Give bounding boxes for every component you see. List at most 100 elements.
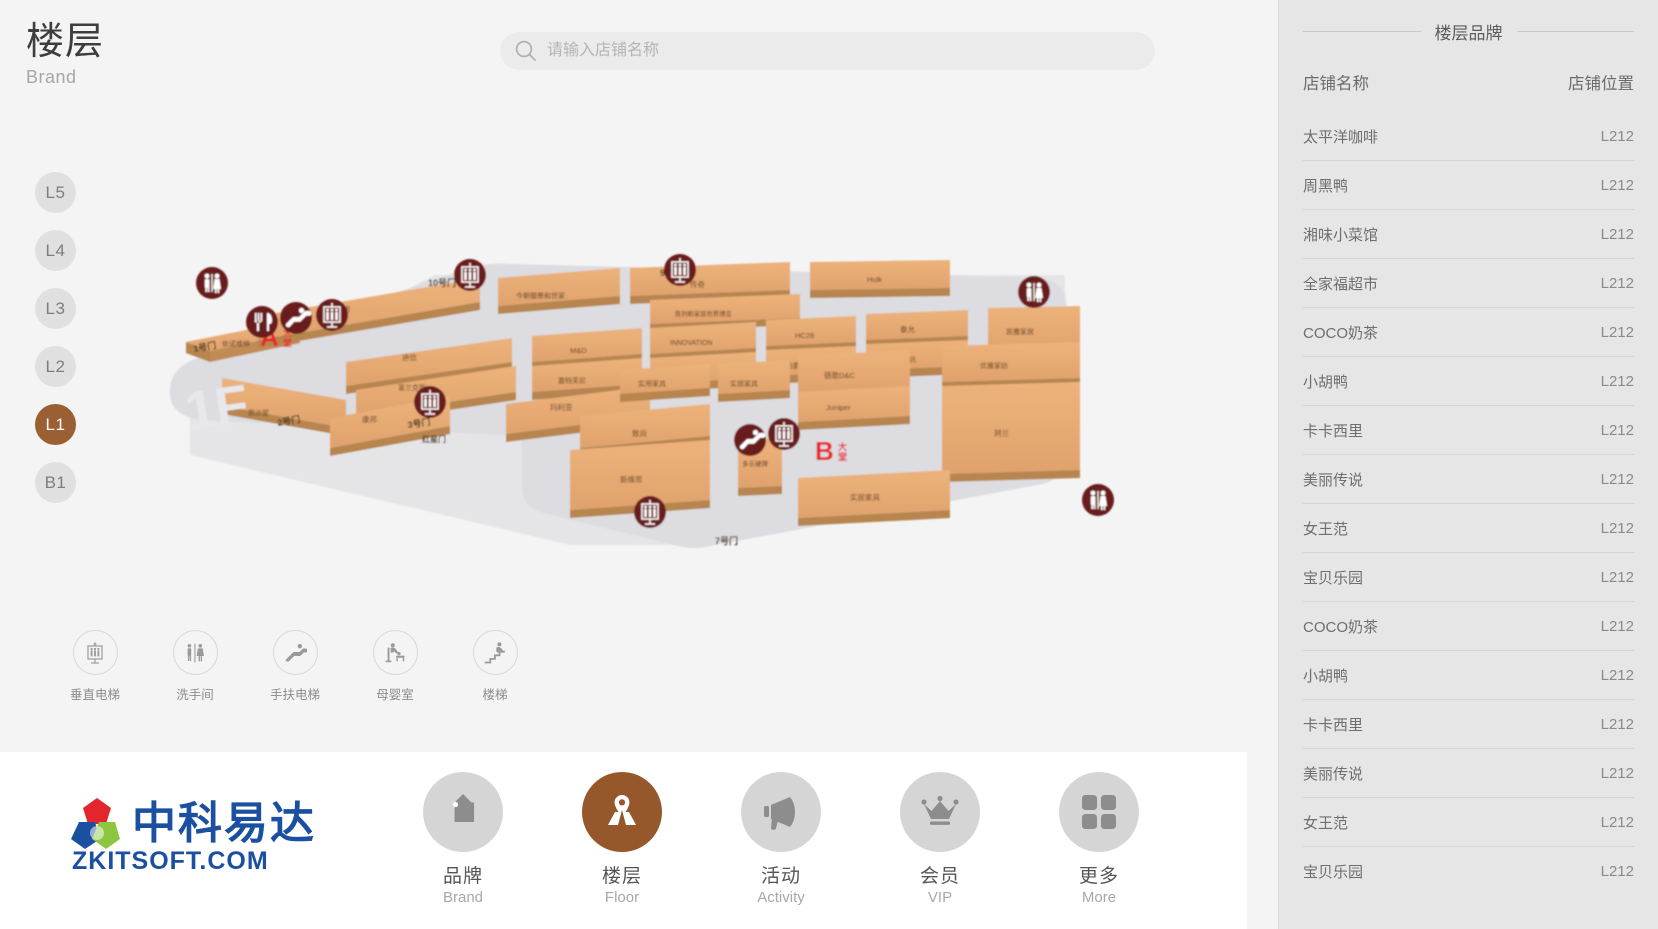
table-row[interactable]: 太平洋咖啡 L212	[1303, 112, 1634, 160]
store-name: 美丽传说	[1303, 765, 1364, 783]
store-location: L212	[1600, 764, 1634, 782]
table-row[interactable]: 女王范 L212	[1303, 797, 1634, 846]
store-location: L212	[1600, 274, 1634, 292]
svg-text:凯撒家居: 凯撒家居	[1006, 327, 1034, 336]
store-name: 美丽传说	[1303, 471, 1364, 489]
search-box[interactable]	[500, 32, 1155, 70]
nav-item-vip[interactable]: 会员 VIP	[897, 772, 983, 906]
stairs-icon	[472, 630, 518, 675]
legend-label-stairs: 楼梯	[482, 688, 508, 702]
svg-text:Hulk: Hulk	[867, 275, 882, 284]
svg-text:实用家具: 实用家具	[638, 379, 666, 388]
nav-label-cn-brand: 品牌	[442, 866, 483, 887]
table-row[interactable]: 全家福超市 L212	[1303, 258, 1634, 307]
store-name: COCO奶茶	[1303, 324, 1379, 342]
legend-label-baby-care: 母婴室	[376, 688, 414, 702]
table-row[interactable]: 宝贝乐园 L212	[1303, 846, 1634, 895]
legend-item-baby-care[interactable]: 母婴室	[372, 630, 418, 703]
legend-item-escalator[interactable]: 手扶电梯	[270, 630, 320, 703]
floor-button-l4[interactable]: L4	[35, 230, 76, 271]
table-column-headers: 店铺名称 店铺位置	[1303, 62, 1634, 112]
svg-text:玛利亚: 玛利亚	[550, 402, 573, 412]
table-row[interactable]: 美丽传说 L212	[1303, 454, 1634, 503]
header-rule-left	[1303, 30, 1421, 32]
map-pin-icon	[582, 772, 662, 852]
table-row[interactable]: 女王范 L212	[1303, 503, 1634, 552]
nav-label-cn-floor: 楼层	[601, 866, 642, 887]
store-location: L212	[1600, 813, 1634, 831]
table-row[interactable]: 小胡鸭 L212	[1303, 356, 1634, 405]
table-row[interactable]: 湘味小菜馆 L212	[1303, 209, 1634, 258]
company-logo: 中科易达 ZKITSOFT.COM	[57, 792, 387, 877]
svg-text:致尚: 致尚	[632, 428, 647, 438]
nav-label-en-more: More	[1081, 889, 1117, 906]
bottom-bar: 中科易达 ZKITSOFT.COM 品牌 Brand 楼层 Floor 活动 A…	[0, 752, 1247, 929]
svg-text:迪信: 迪信	[402, 352, 417, 362]
svg-text:多乐硬牌: 多乐硬牌	[742, 459, 769, 468]
panel-header: 楼层品牌	[1303, 0, 1634, 62]
svg-text:堂: 堂	[283, 337, 292, 348]
page-title: 楼层 Brand	[26, 20, 104, 88]
search-icon	[515, 40, 536, 61]
floor-button-l5[interactable]: L5	[35, 172, 76, 213]
svg-text:红星门: 红星门	[422, 434, 446, 444]
nav-item-more[interactable]: 更多 More	[1056, 772, 1142, 906]
floor-button-l3[interactable]: L3	[35, 288, 76, 329]
svg-text:M&D: M&D	[570, 346, 587, 355]
search-input[interactable]	[547, 33, 1155, 69]
svg-text:传奇: 传奇	[690, 279, 705, 289]
svg-text:INNOVATION: INNOVATION	[670, 340, 713, 347]
svg-text:依诺维绅: 依诺维绅	[222, 339, 250, 348]
nav-item-brand[interactable]: 品牌 Brand	[420, 772, 506, 906]
svg-text:堂: 堂	[838, 451, 847, 462]
table-row[interactable]: 小胡鸭 L212	[1303, 650, 1634, 699]
svg-text:10号门: 10号门	[428, 277, 456, 288]
store-location: L212	[1600, 568, 1634, 586]
store-name: 女王范	[1303, 520, 1349, 538]
floor-button-l2[interactable]: L2	[35, 346, 76, 387]
legend-item-stairs[interactable]: 楼梯	[472, 630, 518, 703]
svg-text:陈列柜家居世界博览: 陈列柜家居世界博览	[675, 309, 732, 318]
store-name: 全家福超市	[1303, 275, 1379, 293]
svg-text:实居家具: 实居家具	[730, 379, 758, 388]
svg-text:HC28: HC28	[795, 331, 814, 340]
table-row[interactable]: COCO奶茶 L212	[1303, 307, 1634, 356]
table-row[interactable]: COCO奶茶 L212	[1303, 601, 1634, 650]
nav-item-activity[interactable]: 活动 Activity	[738, 772, 824, 906]
svg-text:凯沙屋: 凯沙屋	[248, 408, 269, 417]
nav-item-floor[interactable]: 楼层 Floor	[579, 772, 665, 906]
table-row[interactable]: 卡卡西里 L212	[1303, 699, 1634, 748]
svg-text:实居家具: 实居家具	[850, 492, 880, 502]
store-location: L212	[1600, 421, 1634, 439]
floor-button-b1[interactable]: B1	[35, 462, 76, 503]
svg-text:康邦: 康邦	[362, 414, 377, 424]
store-location: L212	[1600, 617, 1634, 635]
nav-label-en-vip: VIP	[927, 889, 953, 906]
table-row[interactable]: 卡卡西里 L212	[1303, 405, 1634, 454]
bottom-navigation: 品牌 Brand 楼层 Floor 活动 Activity 会员 VIP 更多 …	[420, 772, 1142, 906]
svg-text:优雅家纺: 优雅家纺	[980, 361, 1008, 370]
svg-text:珂兰: 珂兰	[994, 428, 1009, 438]
table-row[interactable]: 宝贝乐园 L212	[1303, 552, 1634, 601]
floor-map[interactable]: 依诺维绅 贝朗 今朝御景和世家 传奇	[150, 250, 1140, 590]
svg-text:Juniper: Juniper	[826, 403, 851, 412]
floor-map-page: 楼层 Brand L5 L4 L3 L2 L1 B1	[0, 0, 1658, 929]
table-row[interactable]: 美丽传说 L212	[1303, 748, 1634, 797]
floor-button-l1[interactable]: L1	[35, 404, 76, 445]
page-title-cn: 楼层	[26, 21, 105, 63]
tag-icon	[423, 772, 503, 852]
legend-label-elevator: 垂直电梯	[70, 688, 121, 702]
floor-map-graphic[interactable]: 依诺维绅 贝朗 今朝御景和世家 传奇	[150, 250, 1140, 590]
legend-item-elevator[interactable]: 垂直电梯	[70, 630, 121, 703]
svg-text:7号门: 7号门	[715, 535, 738, 546]
panel-title: 楼层品牌	[1434, 23, 1503, 43]
svg-text:德歌D&C: 德歌D&C	[824, 370, 855, 380]
nav-label-cn-more: 更多	[1078, 866, 1119, 887]
legend-item-restroom[interactable]: 洗手间	[172, 630, 218, 703]
store-location: L212	[1600, 666, 1634, 684]
column-header-location: 店铺位置	[1568, 75, 1634, 93]
store-location: L212	[1600, 715, 1634, 733]
table-row[interactable]: 周黑鸭 L212	[1303, 160, 1634, 209]
store-name: COCO奶茶	[1303, 618, 1379, 636]
column-header-name: 店铺名称	[1303, 75, 1369, 93]
